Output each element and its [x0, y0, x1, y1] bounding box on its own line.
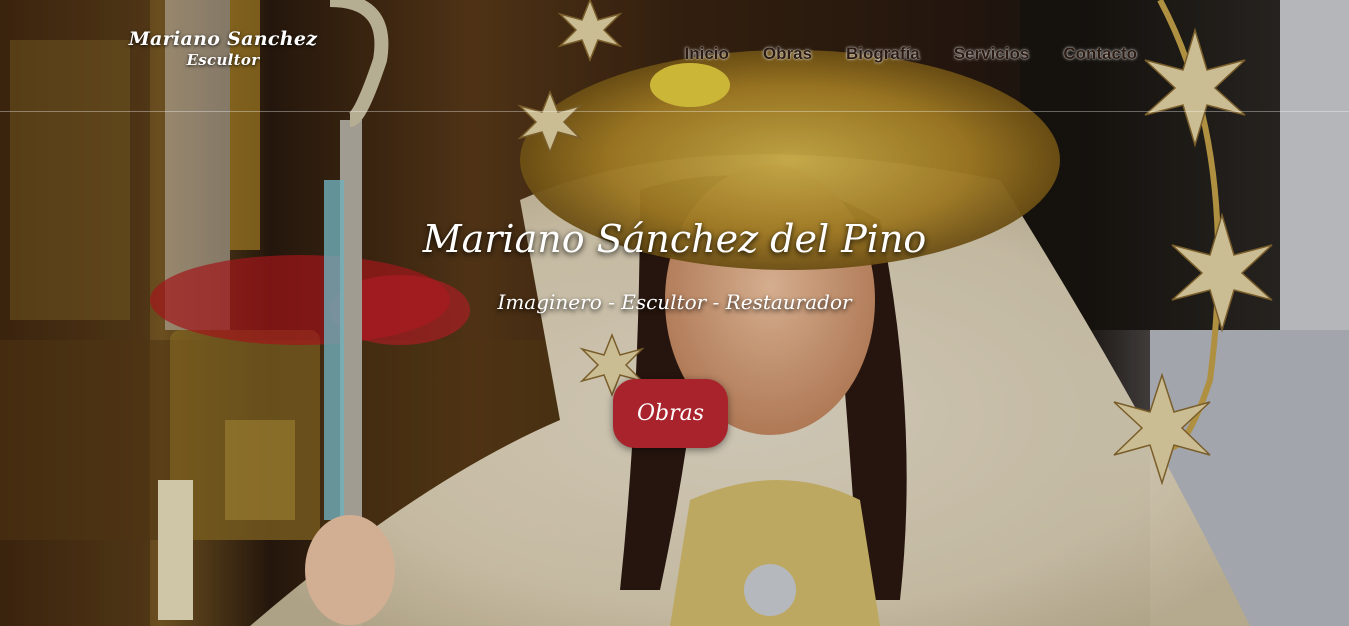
- hero-title: Mariano Sánchez del Pino: [422, 217, 927, 261]
- hero-content: Mariano Sánchez del Pino Imaginero - Esc…: [0, 0, 1349, 626]
- hero-subtitle: Imaginero - Escultor - Restaurador: [497, 290, 852, 314]
- obras-button[interactable]: Obras: [613, 379, 728, 448]
- hero-section: Mariano Sanchez Escultor Inicio Obras Bi…: [0, 0, 1349, 626]
